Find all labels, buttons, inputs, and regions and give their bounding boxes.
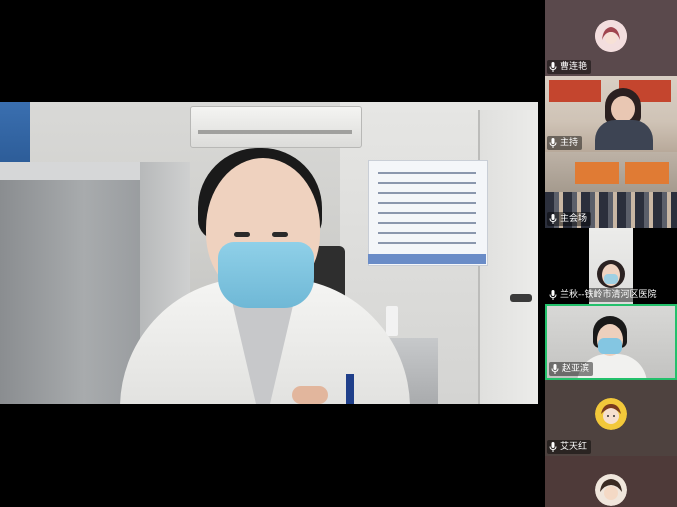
face-mask <box>218 242 314 308</box>
face <box>611 96 635 122</box>
participant-name: 赵亚滨 <box>562 364 590 374</box>
pen <box>346 374 354 404</box>
participant-panel[interactable]: 曹连艳 主持 主会场 兰秋--铁岭市清河区医院 赵亚滨 艾天红 <box>545 0 677 507</box>
air-conditioner <box>190 106 362 148</box>
participant-name: 曹连艳 <box>560 62 588 72</box>
poster-line <box>378 242 476 244</box>
bottle <box>386 306 398 336</box>
hall-screen <box>625 162 669 184</box>
face-mask <box>604 274 618 284</box>
participant-tile[interactable]: 主持 <box>545 76 677 152</box>
poster-footer <box>368 254 486 264</box>
body <box>595 120 653 150</box>
participant-label: 艾天红 <box>547 440 592 454</box>
mic-icon <box>549 138 557 148</box>
participant-label: 赵亚滨 <box>549 362 594 376</box>
participant-name: 主持 <box>560 138 579 148</box>
poster-line <box>378 172 476 174</box>
participant-label: 兰秋--铁岭市清河区医院 <box>547 288 661 302</box>
avatar-icon <box>595 474 627 506</box>
mic-icon <box>549 62 557 72</box>
avatar <box>595 20 627 52</box>
participant-tile[interactable]: 主会场 <box>545 152 677 228</box>
hall-screen <box>575 162 619 184</box>
participant-tile[interactable]: 艾天红 <box>545 380 677 456</box>
door-handle <box>510 294 532 302</box>
poster-line <box>378 202 476 204</box>
participant-label: 曹连艳 <box>547 60 592 74</box>
avatar <box>595 398 627 430</box>
banner <box>549 80 601 102</box>
poster-line <box>378 192 476 194</box>
participant-name: 艾天红 <box>560 442 588 452</box>
air-conditioner-vent <box>198 130 352 134</box>
avatar-icon <box>595 20 627 52</box>
right-eye <box>272 232 288 237</box>
participant-label: 主会场 <box>547 212 592 226</box>
participant-name: 主会场 <box>560 214 588 224</box>
cabinet <box>0 180 140 404</box>
participant-label: 主持 <box>547 136 583 150</box>
mic-icon <box>549 214 557 224</box>
mic-icon <box>549 442 557 452</box>
participant-tile-active[interactable]: 赵亚滨 <box>545 304 677 380</box>
participant-name: 兰秋--铁岭市清河区医院 <box>560 290 657 300</box>
participant-tile[interactable]: 兰秋--铁岭市清河区医院 <box>545 228 677 304</box>
forehead <box>214 180 312 220</box>
mic-icon <box>549 290 557 300</box>
participant-tile[interactable]: 曹连艳 <box>545 0 677 76</box>
avatar <box>595 474 627 506</box>
meeting-window: 曹连艳 主持 主会场 兰秋--铁岭市清河区医院 赵亚滨 艾天红 <box>0 0 677 507</box>
participant-tile[interactable] <box>545 456 677 507</box>
face-mask <box>598 338 622 354</box>
hand <box>292 386 328 404</box>
poster-line <box>378 232 476 234</box>
poster-line <box>378 222 476 224</box>
left-eye <box>234 232 250 237</box>
mic-icon <box>551 364 559 374</box>
poster-line <box>378 212 476 214</box>
avatar-icon <box>595 398 627 430</box>
main-video[interactable] <box>0 102 538 404</box>
poster-line <box>378 182 476 184</box>
